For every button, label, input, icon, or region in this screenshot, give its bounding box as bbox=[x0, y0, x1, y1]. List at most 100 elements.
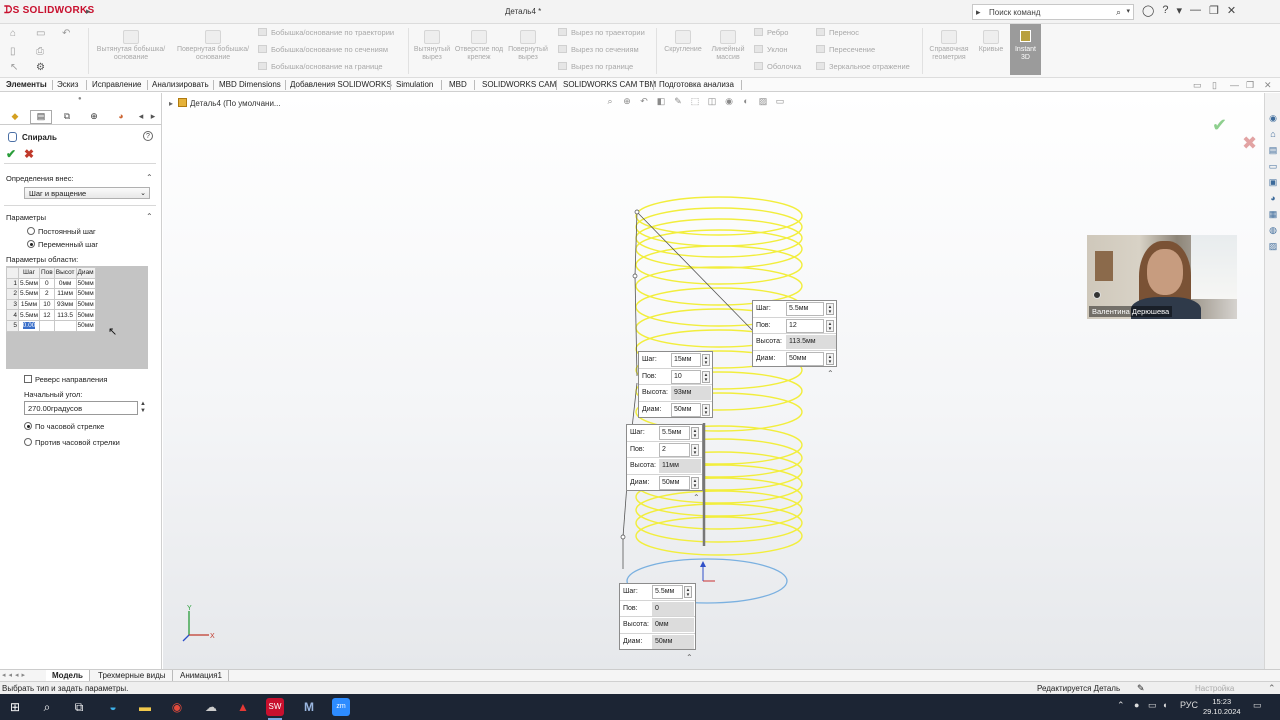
spinner-icon[interactable]: ▲ ▼ bbox=[691, 477, 699, 490]
graphics-area[interactable]: ▸ Деталь4 (По умолчани... ⌕ ⊕ ↶ ◧ ✎ ⬚ ◫ ◉… bbox=[163, 93, 1264, 669]
cancel-x-icon[interactable]: ✖ bbox=[24, 147, 34, 161]
restore-doc-icon[interactable]: ❐ bbox=[1246, 80, 1254, 91]
spinner-icon[interactable]: ▲ ▼ bbox=[691, 443, 699, 456]
diameter-field[interactable]: 50мм bbox=[786, 352, 824, 367]
home-icon[interactable]: ⌂ bbox=[10, 28, 16, 39]
save-icon[interactable]: ▭ bbox=[36, 28, 45, 39]
turns-field[interactable]: 12 bbox=[786, 318, 824, 333]
instant-3d-button[interactable]: Instant 3D bbox=[1010, 24, 1041, 75]
revolved-cut-button[interactable]: Повернутый вырез bbox=[504, 30, 552, 62]
rebuild-icon[interactable]: ✎ bbox=[1137, 683, 1145, 694]
helix-preview[interactable] bbox=[163, 93, 1264, 669]
spinner-icon[interactable]: ▲ ▼ bbox=[826, 353, 834, 366]
custom-settings[interactable]: Настройка bbox=[1195, 684, 1234, 693]
fillet-button[interactable]: Скругление bbox=[658, 30, 708, 54]
search-icon[interactable]: ⌕ bbox=[1116, 7, 1121, 18]
turns-field[interactable]: 10 bbox=[671, 369, 701, 384]
spinner-icon[interactable]: ▲ ▼ bbox=[826, 319, 834, 332]
m-app-icon[interactable]: M bbox=[300, 698, 318, 716]
gear-icon[interactable]: ⚙ bbox=[36, 62, 45, 73]
task-view-icon[interactable]: ⧉ bbox=[70, 698, 88, 716]
edge-browser-icon[interactable]: ◒ bbox=[104, 698, 122, 716]
extruded-cut-button[interactable]: Вытянутый вырез bbox=[410, 30, 454, 62]
reverse-direction-checkbox[interactable]: Реверс направления bbox=[24, 375, 107, 384]
panel-grip[interactable]: ● bbox=[78, 96, 82, 102]
configuration-manager-tab-icon[interactable]: ⧉ bbox=[56, 110, 78, 124]
collapse-chevron-icon[interactable]: ⌃ bbox=[146, 212, 153, 221]
spinner-icon[interactable]: ▲ ▼ bbox=[691, 427, 699, 439]
counterclockwise-radio[interactable]: Против часовой стрелки bbox=[24, 438, 120, 447]
collapse-chevron-icon[interactable]: ⌃ bbox=[693, 493, 700, 502]
collapse-chevron-icon[interactable]: ⌃ bbox=[146, 173, 153, 182]
tab-sketch[interactable]: Эскиз bbox=[57, 78, 78, 92]
help-icon[interactable]: ? bbox=[143, 131, 153, 141]
print-icon[interactable]: ⎙ bbox=[36, 46, 44, 57]
tab-scroll-left-icon[interactable]: ◂ bbox=[136, 110, 146, 124]
boundary-cut-button[interactable]: Вырез по границе bbox=[558, 62, 633, 71]
start-angle-input[interactable]: 270.00градусов bbox=[24, 401, 138, 415]
menu-expand-icon[interactable]: ▸ bbox=[86, 6, 91, 17]
tab-mbd[interactable]: MBD bbox=[449, 78, 467, 92]
intersect-button[interactable]: Пересечение bbox=[816, 45, 875, 54]
tab-solidworks-cam[interactable]: SOLIDWORKS CAM bbox=[482, 78, 556, 92]
help-icon[interactable]: ? bbox=[1162, 4, 1168, 17]
pitch-field[interactable]: 15мм bbox=[671, 353, 701, 367]
minimize-doc-icon[interactable]: — bbox=[1230, 80, 1239, 90]
chat-icon[interactable]: ▨ bbox=[1267, 241, 1279, 253]
zoom-app-icon[interactable]: zm bbox=[332, 698, 350, 716]
select-icon[interactable]: ↖ bbox=[10, 62, 18, 73]
design-library-icon[interactable]: ▤ bbox=[1267, 145, 1279, 157]
tab-features[interactable]: Элементы bbox=[6, 78, 47, 92]
tab-nav-arrows-icon[interactable]: ◂◂◂▸ bbox=[2, 671, 28, 679]
spinner-icon[interactable]: ▲ ▼ bbox=[702, 370, 710, 383]
file-explorer-icon[interactable]: ▭ bbox=[1267, 161, 1279, 173]
forum-icon[interactable]: ◍ bbox=[1267, 225, 1279, 237]
close-icon[interactable]: ✕ bbox=[1227, 4, 1236, 17]
new-icon[interactable]: ▯ bbox=[10, 46, 16, 57]
tab-solidworks-addins[interactable]: Добавления SOLIDWORKS bbox=[290, 78, 392, 92]
tab-mbd-dimensions[interactable]: MBD Dimensions bbox=[219, 78, 281, 92]
undo-icon[interactable]: ↶ bbox=[62, 28, 70, 39]
revolved-boss-button[interactable]: Повернутая бобышка/основание bbox=[172, 30, 254, 62]
rib-button[interactable]: Ребро bbox=[754, 28, 788, 37]
file-explorer-icon[interactable]: ▬ bbox=[136, 698, 154, 716]
microphone-icon[interactable]: ● bbox=[1134, 700, 1139, 710]
notifications-icon[interactable]: ▭ bbox=[1253, 700, 1262, 711]
feature-manager-tab-icon[interactable]: ◆ bbox=[4, 110, 26, 124]
turns-field[interactable]: 2 bbox=[659, 442, 690, 457]
spinner-icon[interactable]: ▲ ▼ bbox=[702, 404, 710, 417]
tab-scroll-right-icon[interactable]: ▸ bbox=[148, 110, 158, 124]
tab-analysis-preparation[interactable]: Подготовка анализа bbox=[659, 78, 734, 92]
tab-analyze[interactable]: Анализировать bbox=[152, 78, 209, 92]
search-icon[interactable]: ⌕ bbox=[38, 698, 56, 716]
angle-spinner-icon[interactable]: ▲ ▼ bbox=[140, 401, 146, 415]
display-manager-tab-icon[interactable]: ◕ bbox=[110, 110, 132, 124]
variable-pitch-radio[interactable]: Переменный шаг bbox=[27, 240, 98, 249]
property-manager-tab-icon[interactable]: ▤ bbox=[30, 110, 52, 124]
tab-simulation[interactable]: Simulation bbox=[396, 78, 433, 92]
tray-chevron-icon[interactable]: ⌃ bbox=[1117, 700, 1125, 711]
dropdown-icon[interactable]: ▾ bbox=[1176, 4, 1182, 17]
system-clock[interactable]: 15:23 29.10.2024 bbox=[1203, 697, 1241, 717]
diameter-field[interactable]: 50мм bbox=[659, 476, 690, 491]
draft-button[interactable]: Уклон bbox=[754, 45, 788, 54]
linear-pattern-button[interactable]: Линейный массив bbox=[706, 30, 750, 62]
chrome-icon[interactable]: ◉ bbox=[168, 698, 186, 716]
acrobat-icon[interactable]: ▲ bbox=[234, 698, 252, 716]
tab-solidworks-cam-tbm[interactable]: SOLIDWORKS CAM TBM bbox=[563, 78, 656, 92]
lofted-cut-button[interactable]: Вырез по сечениям bbox=[558, 45, 639, 54]
spinner-icon[interactable]: ▲ ▼ bbox=[702, 354, 710, 366]
collapse-chevron-icon[interactable]: ⌃ bbox=[827, 369, 834, 378]
spinner-icon[interactable]: ▲ ▼ bbox=[826, 303, 834, 315]
ok-check-icon[interactable]: ✔ bbox=[6, 147, 16, 161]
minimize-icon[interactable]: — bbox=[1190, 4, 1201, 17]
collapse-chevron-icon[interactable]: ⌃ bbox=[686, 653, 693, 662]
clockwise-radio[interactable]: По часовой стрелке bbox=[24, 422, 104, 431]
defined-by-select[interactable]: Шаг и вращение ⌄ bbox=[24, 187, 150, 199]
status-expand-icon[interactable]: ⌃ bbox=[1268, 683, 1276, 694]
mirror-button[interactable]: Зеркальное отражение bbox=[816, 62, 910, 71]
pitch-field[interactable]: 5.5мм bbox=[786, 302, 824, 316]
volume-icon[interactable]: ◖ bbox=[1162, 700, 1167, 710]
view-palette-icon[interactable]: ▣ bbox=[1267, 177, 1279, 189]
reference-geometry-button[interactable]: Справочная геометрия bbox=[924, 30, 974, 62]
